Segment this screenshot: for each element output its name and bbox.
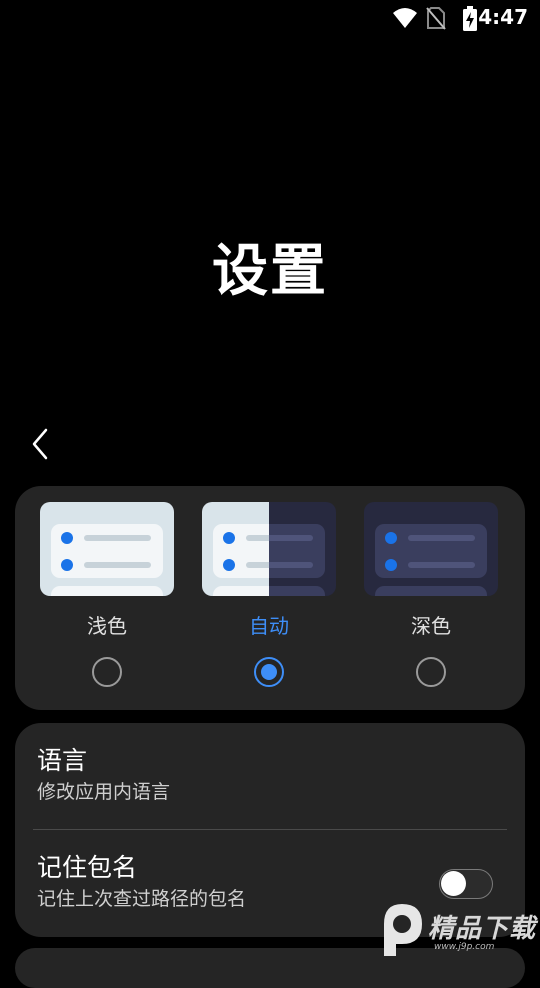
status-bar: 4:47 <box>0 0 540 36</box>
remember-package-toggle[interactable] <box>439 869 493 899</box>
watermark-url: www.j9p.com <box>434 942 495 952</box>
theme-label-light: 浅色 <box>87 614 127 638</box>
dark-theme-preview[interactable] <box>364 502 498 596</box>
theme-label-auto: 自动 <box>249 614 289 638</box>
no-sim-icon <box>426 7 446 30</box>
divider <box>33 829 507 830</box>
theme-radio-light[interactable] <box>92 657 122 687</box>
theme-radio-dark[interactable] <box>416 657 446 687</box>
language-title: 语言 <box>37 746 88 775</box>
theme-selector-card: 浅色 自动 深色 <box>15 486 525 710</box>
theme-option-auto[interactable]: 自动 <box>202 502 336 687</box>
auto-theme-preview[interactable] <box>202 502 336 596</box>
light-theme-preview[interactable] <box>40 502 174 596</box>
theme-label-dark: 深色 <box>411 614 451 638</box>
wifi-icon <box>393 8 417 28</box>
language-setting-row[interactable]: 语言 修改应用内语言 <box>37 745 503 805</box>
theme-option-light[interactable]: 浅色 <box>40 502 174 687</box>
page-title: 设置 <box>212 239 328 304</box>
battery-charging-icon <box>463 6 477 31</box>
remember-package-title: 记住包名 <box>37 853 138 882</box>
watermark: 精品下载 www.j9p.com <box>370 900 536 958</box>
watermark-text: 精品下载 <box>428 914 537 944</box>
language-subtitle: 修改应用内语言 <box>37 781 171 803</box>
toggle-knob <box>441 871 466 896</box>
back-arrow-icon[interactable] <box>28 424 58 464</box>
theme-radio-auto[interactable] <box>254 657 284 687</box>
theme-option-dark[interactable]: 深色 <box>364 502 498 687</box>
watermark-logo-icon <box>384 904 422 956</box>
status-time: 4:47 <box>478 5 528 29</box>
